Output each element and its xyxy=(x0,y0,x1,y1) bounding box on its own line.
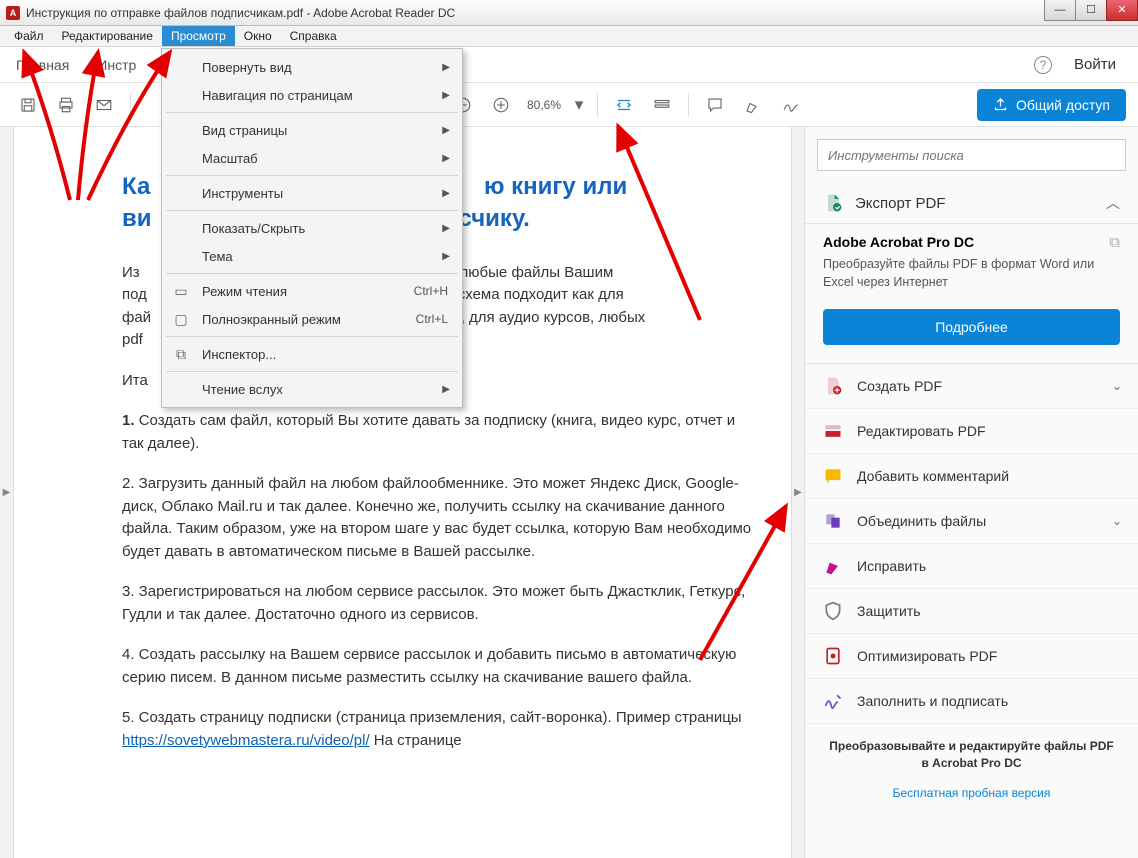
login-button[interactable]: Войти xyxy=(1074,56,1116,73)
comment-icon xyxy=(823,466,843,486)
share-label: Общий доступ xyxy=(1016,97,1110,113)
zoom-dropdown-icon[interactable]: ▾ xyxy=(571,89,587,121)
view-menu-item[interactable]: Инструменты▶ xyxy=(162,179,462,207)
export-icon xyxy=(823,193,843,213)
left-panel-toggle[interactable]: ▶ xyxy=(0,127,14,858)
view-menu-item[interactable]: Полноэкранный режим▢Ctrl+L xyxy=(162,305,462,333)
create-icon xyxy=(823,376,843,396)
tab-home[interactable]: Главная xyxy=(16,57,69,73)
maximize-button[interactable]: ☐ xyxy=(1075,0,1107,21)
document-paragraph: 5. Создать страницу подписки (страница п… xyxy=(122,707,756,752)
document-paragraph: 3. Зарегистрироваться на любом сервисе р… xyxy=(122,581,756,626)
promo-text: Преобразовывайте и редактируйте файлы PD… xyxy=(805,724,1138,786)
export-pdf-section[interactable]: Экспорт PDF ︿ xyxy=(805,183,1138,224)
tool-item[interactable]: Заполнить и подписать xyxy=(805,679,1138,724)
comment-icon[interactable] xyxy=(699,89,731,121)
view-menu-item[interactable]: Повернуть вид▶ xyxy=(162,53,462,81)
zoom-level[interactable]: 80,6% xyxy=(523,98,565,112)
tool-label: Оптимизировать PDF xyxy=(857,648,997,664)
pro-title: Adobe Acrobat Pro DC xyxy=(823,234,1120,250)
export-pdf-label: Экспорт PDF xyxy=(855,195,946,212)
minimize-button[interactable]: — xyxy=(1044,0,1076,21)
view-menu-item[interactable]: Масштаб▶ xyxy=(162,144,462,172)
tool-item[interactable]: Добавить комментарий xyxy=(805,454,1138,499)
share-button[interactable]: Общий доступ xyxy=(977,89,1126,121)
right-panel-toggle[interactable]: ▶ xyxy=(791,127,805,858)
document-paragraph: 2. Загрузить данный файл на любом файлоо… xyxy=(122,473,756,563)
chevron-down-icon: ⌄ xyxy=(1112,514,1122,528)
fix-icon xyxy=(823,556,843,576)
view-menu-item[interactable]: Вид страницы▶ xyxy=(162,116,462,144)
optimize-icon xyxy=(823,646,843,666)
menu-help[interactable]: Справка xyxy=(281,26,346,46)
chevron-up-icon: ︿ xyxy=(1106,193,1120,213)
protect-icon xyxy=(823,601,843,621)
document-paragraph: 1. 1. Создать сам файл, который Вы хотит… xyxy=(122,410,756,455)
view-menu-item[interactable]: Показать/Скрыть▶ xyxy=(162,214,462,242)
tool-label: Создать PDF xyxy=(857,378,942,394)
combine-icon xyxy=(823,511,843,531)
tools-panel: ▶ Экспорт PDF ︿ Adobe Acrobat Pro DC ⧉ П… xyxy=(804,127,1138,858)
tab-tools[interactable]: Инстр xyxy=(97,57,136,73)
export-pdf-body: Adobe Acrobat Pro DC ⧉ Преобразуйте файл… xyxy=(805,224,1138,364)
tool-label: Заполнить и подписать xyxy=(857,693,1008,709)
view-menu-item[interactable]: Режим чтения▭Ctrl+H xyxy=(162,277,462,305)
tool-item[interactable]: Объединить файлы ⌄ xyxy=(805,499,1138,544)
menubar: Файл Редактирование Просмотр Окно Справк… xyxy=(0,26,1138,47)
zoom-in-icon[interactable] xyxy=(485,89,517,121)
view-menu-dropdown: Повернуть вид▶Навигация по страницам▶ Вид… xyxy=(161,48,463,408)
window-title: Инструкция по отправке файлов подписчика… xyxy=(26,6,455,20)
menu-edit[interactable]: Редактирование xyxy=(53,26,162,46)
menu-view[interactable]: Просмотр xyxy=(162,26,235,46)
tool-label: Редактировать PDF xyxy=(857,423,986,439)
highlight-icon[interactable] xyxy=(737,89,769,121)
tool-item[interactable]: Создать PDF ⌄ xyxy=(805,364,1138,409)
view-menu-item[interactable]: Тема▶ xyxy=(162,242,462,270)
window-titlebar: A Инструкция по отправке файлов подписчи… xyxy=(0,0,1138,26)
tools-search xyxy=(817,139,1126,171)
print-icon[interactable] xyxy=(50,89,82,121)
toolbar-separator xyxy=(130,93,131,117)
tool-item[interactable]: Редактировать PDF xyxy=(805,409,1138,454)
sign-icon xyxy=(823,691,843,711)
document-link[interactable]: https://sovetywebmastera.ru/video/pl/ xyxy=(122,732,370,749)
upload-icon xyxy=(993,97,1008,112)
trial-link[interactable]: Бесплатная пробная версия xyxy=(805,786,1138,812)
sign-icon[interactable] xyxy=(775,89,807,121)
more-button[interactable]: Подробнее xyxy=(823,309,1120,345)
toolbar-separator xyxy=(688,93,689,117)
menu-file[interactable]: Файл xyxy=(5,26,53,46)
view-menu-item[interactable]: Инспектор...⧉ xyxy=(162,340,462,368)
document-paragraph: 4. Создать рассылку на Вашем сервисе рас… xyxy=(122,644,756,689)
tool-label: Защитить xyxy=(857,603,921,619)
close-button[interactable]: ✕ xyxy=(1106,0,1138,21)
tool-item[interactable]: Оптимизировать PDF xyxy=(805,634,1138,679)
tool-item[interactable]: Исправить xyxy=(805,544,1138,589)
pro-description: Преобразуйте файлы PDF в формат Word или… xyxy=(823,256,1120,291)
fit-width-icon[interactable] xyxy=(608,89,640,121)
view-menu-item[interactable]: Навигация по страницам▶ xyxy=(162,81,462,109)
tools-search-input[interactable] xyxy=(817,139,1126,171)
tool-item[interactable]: Защитить xyxy=(805,589,1138,634)
copy-icon[interactable]: ⧉ xyxy=(1109,234,1120,251)
toolbar-separator xyxy=(597,93,598,117)
page-display-icon[interactable] xyxy=(646,89,678,121)
view-menu-item[interactable]: Чтение вслух▶ xyxy=(162,375,462,403)
menu-window[interactable]: Окно xyxy=(235,26,281,46)
tool-label: Добавить комментарий xyxy=(857,468,1009,484)
save-icon[interactable] xyxy=(12,89,44,121)
mail-icon[interactable] xyxy=(88,89,120,121)
tool-label: Объединить файлы xyxy=(857,513,986,529)
chevron-down-icon: ⌄ xyxy=(1112,379,1122,393)
tool-label: Исправить xyxy=(857,558,926,574)
help-icon[interactable]: ? xyxy=(1034,56,1052,74)
edit-icon xyxy=(823,421,843,441)
app-icon: A xyxy=(6,6,20,20)
window-controls: — ☐ ✕ xyxy=(1045,0,1138,21)
